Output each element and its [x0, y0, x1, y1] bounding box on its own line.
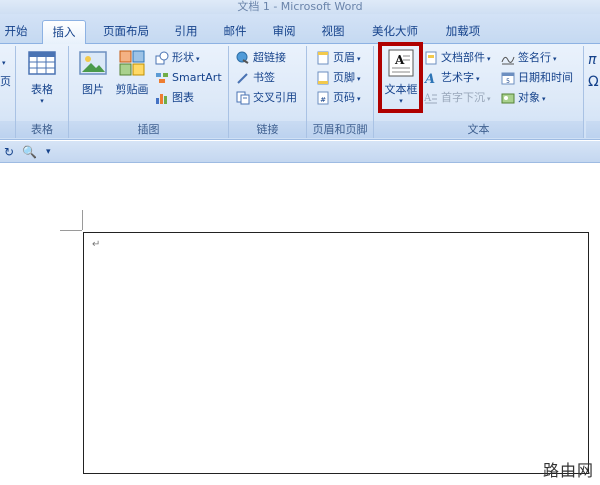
bookmark-button[interactable]: 书签 [236, 68, 275, 88]
hyperlink-button[interactable]: 超链接 [236, 48, 286, 68]
group-label-illustrations: 插图 [69, 121, 228, 138]
ribbon-group-header-footer: 页眉 ▾ 页脚 ▾ # 页码 ▾ 页眉和页脚 [307, 46, 374, 138]
tab-beautify[interactable]: 美化大师 [364, 20, 426, 44]
clipart-icon [119, 50, 145, 76]
signature-line-button[interactable]: 签名行 ▾ [501, 48, 557, 68]
header-icon [317, 51, 329, 65]
object-button[interactable]: 对象 ▾ [501, 88, 546, 108]
picture-icon [79, 51, 107, 75]
drop-cap-icon: A [424, 93, 437, 104]
page-number-icon: # [317, 91, 329, 105]
tab-mailings[interactable]: 邮件 [215, 20, 255, 44]
picture-button[interactable]: 图片 [73, 48, 113, 116]
pages-label[interactable]: 页 [0, 72, 11, 92]
chart-icon [156, 94, 167, 104]
table-button[interactable]: 表格 ▾ [22, 48, 62, 116]
hyperlink-icon [236, 51, 249, 64]
object-icon [501, 93, 515, 104]
tab-view[interactable]: 视图 [313, 20, 353, 44]
wordart-button[interactable]: A 艺术字 ▾ [424, 68, 480, 88]
wordart-icon: A [424, 72, 435, 85]
quick-access-toolbar: ↻ 🔍 ▾ [0, 141, 600, 163]
tab-page-layout[interactable]: 页面布局 [95, 20, 157, 44]
print-preview-icon[interactable]: 🔍 [22, 144, 37, 160]
signature-icon [501, 56, 515, 65]
svg-text:A: A [424, 93, 432, 104]
quick-parts-icon [425, 51, 437, 65]
table-icon [28, 51, 56, 75]
ribbon: ▾ 页 表格 ▾ 表格 图片 剪贴画 形状 ▾ SmartArt 图表 插图 超… [0, 44, 600, 140]
ribbon-group-pages: ▾ 页 [0, 46, 16, 138]
smartart-icon [156, 73, 168, 83]
qat-customize-button[interactable]: ▾ [46, 144, 51, 160]
window-title: 文档 1 - Microsoft Word [237, 0, 363, 13]
footer-icon [317, 71, 329, 85]
margin-corner-mark [82, 210, 83, 230]
ribbon-tabs: 开始 插入 页面布局 引用 邮件 审阅 视图 美化大师 加载项 [0, 14, 600, 45]
footer-button[interactable]: 页脚 ▾ [316, 68, 361, 88]
textbox-highlight [378, 42, 423, 113]
symbol-icon[interactable]: Ω [588, 72, 599, 92]
tab-addins[interactable]: 加载项 [438, 20, 488, 44]
group-label-pages [0, 121, 15, 138]
group-label-header-footer: 页眉和页脚 [307, 121, 373, 138]
watermark: 路由网 [542, 461, 594, 480]
ribbon-group-symbols: π Ω [586, 46, 600, 138]
calendar-icon: 5 [501, 72, 515, 85]
page-number-button[interactable]: # 页码 ▾ [316, 88, 361, 108]
group-label-symbols [586, 121, 600, 138]
ribbon-group-links: 超链接 书签 交叉引用 链接 [229, 46, 307, 138]
quickparts-button[interactable]: 文档部件 ▾ [424, 48, 491, 68]
smartart-button[interactable]: SmartArt [155, 68, 222, 88]
svg-text:5: 5 [506, 78, 510, 85]
text-box[interactable]: ↵ [83, 232, 589, 474]
ribbon-group-illustrations: 图片 剪贴画 形状 ▾ SmartArt 图表 插图 [69, 46, 229, 138]
paragraph-mark: ↵ [92, 239, 101, 250]
bookmark-icon [237, 72, 249, 84]
cross-reference-icon [236, 91, 250, 105]
shapes-button[interactable]: 形状 ▾ [155, 48, 200, 68]
clipart-button[interactable]: 剪贴画 [112, 48, 152, 116]
pages-dropdown[interactable]: ▾ [0, 52, 6, 72]
equation-icon[interactable]: π [588, 50, 596, 70]
title-bar: 文档 1 - Microsoft Word [0, 0, 600, 14]
tab-review[interactable]: 审阅 [264, 20, 304, 44]
crossref-button[interactable]: 交叉引用 [236, 88, 297, 108]
redo-icon[interactable]: ↻ [4, 144, 14, 160]
datetime-button[interactable]: 5 日期和时间 [501, 68, 573, 88]
margin-corner-mark-h [60, 230, 82, 231]
header-button[interactable]: 页眉 ▾ [316, 48, 361, 68]
dropcap-button[interactable]: A 首字下沉 ▾ [424, 88, 491, 108]
chart-button[interactable]: 图表 [155, 88, 194, 108]
ribbon-group-tables: 表格 ▾ 表格 [16, 46, 69, 138]
svg-text:#: # [320, 96, 326, 104]
tab-home[interactable]: 开始 [0, 20, 32, 44]
tab-references[interactable]: 引用 [166, 20, 206, 44]
group-label-text: 文本 [374, 121, 583, 138]
svg-text:A: A [424, 72, 435, 85]
group-label-links: 链接 [229, 121, 306, 138]
tab-insert[interactable]: 插入 [42, 20, 86, 45]
group-label-tables: 表格 [16, 121, 68, 138]
shapes-icon [155, 51, 169, 65]
